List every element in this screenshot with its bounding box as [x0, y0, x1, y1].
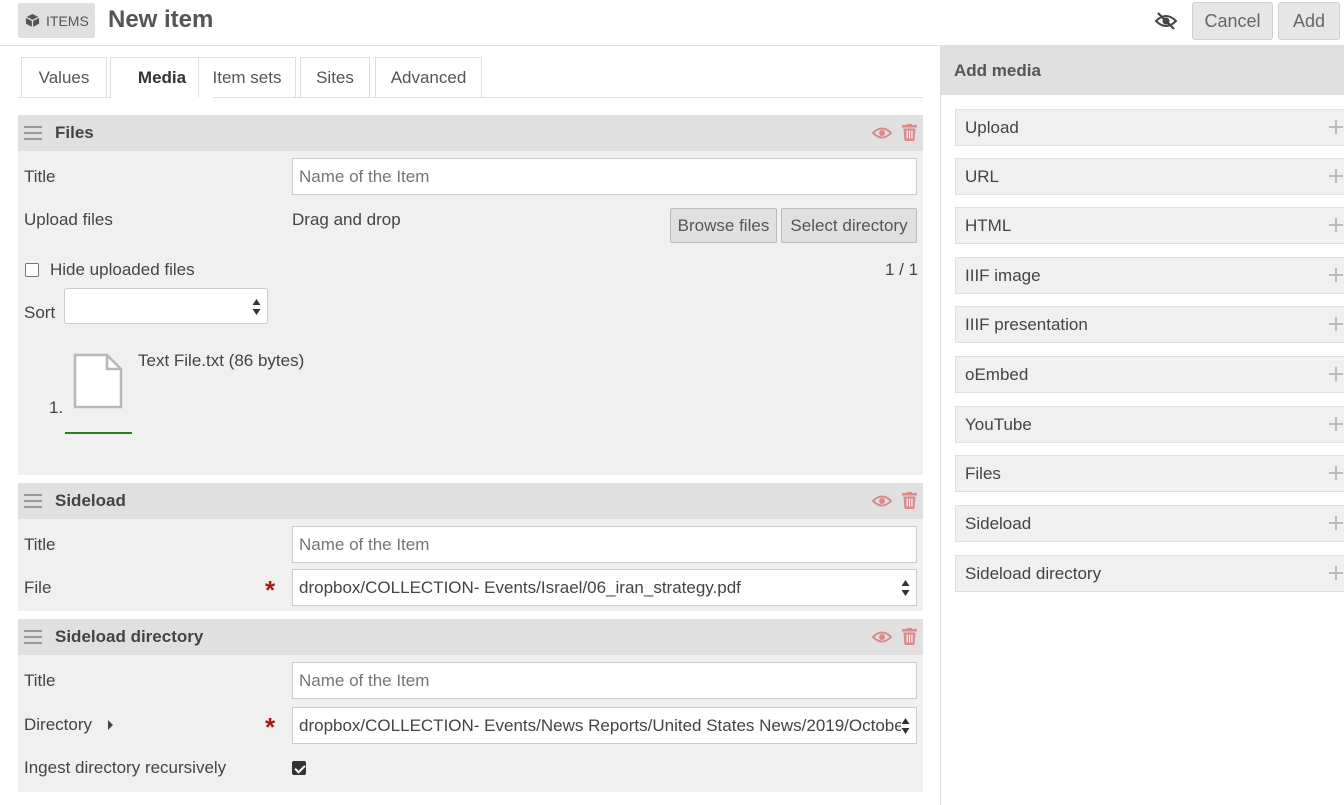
add-media-html[interactable]: HTML	[955, 207, 1344, 244]
sideload-directory-select[interactable]: dropbox/COLLECTION- Events/News Reports/…	[292, 707, 917, 744]
sideload-section: Sideload Title File * dropbox/COLLECTION…	[18, 483, 923, 611]
cube-icon	[25, 13, 40, 28]
media-type-label: URL	[965, 166, 1000, 186]
hide-uploaded-label: Hide uploaded files	[50, 260, 195, 279]
plus-icon	[1329, 169, 1343, 183]
trash-icon[interactable]	[902, 492, 917, 509]
plus-icon	[1329, 268, 1343, 282]
eye-icon[interactable]	[872, 126, 892, 140]
plus-icon	[1329, 516, 1343, 530]
sideload-directory-section: Sideload directory Title Directory * dro…	[18, 619, 923, 792]
drag-handle-icon[interactable]	[24, 126, 42, 140]
add-media-sideload-directory[interactable]: Sideload directory	[955, 555, 1344, 592]
media-type-label: HTML	[965, 215, 1012, 235]
select-arrows-icon	[901, 580, 910, 596]
add-media-oembed[interactable]: oEmbed	[955, 356, 1344, 393]
title-label: Title	[24, 535, 56, 554]
directory-label: Directory	[24, 715, 93, 734]
add-media-iiif-image[interactable]: IIIF image	[955, 257, 1344, 294]
eye-icon[interactable]	[872, 494, 892, 508]
section-title: Sideload	[55, 491, 126, 510]
tab-advanced[interactable]: Advanced	[375, 57, 482, 97]
eye-icon[interactable]	[872, 630, 892, 644]
sidebar-header: Add media	[941, 46, 1344, 95]
recursive-checkbox[interactable]	[292, 761, 306, 775]
file-index: 1.	[49, 398, 64, 417]
drag-drop-zone[interactable]: Drag and drop	[292, 210, 401, 230]
trash-icon[interactable]	[902, 628, 917, 645]
required-marker: *	[265, 712, 276, 742]
add-media-iiif-presentation[interactable]: IIIF presentation	[955, 306, 1344, 343]
page-header: ITEMS New item Cancel Add	[0, 0, 1344, 46]
cancel-button[interactable]: Cancel	[1192, 2, 1273, 40]
tab-bar: Values Media Item sets Sites Advanced	[18, 57, 923, 98]
add-media-sideload[interactable]: Sideload	[955, 505, 1344, 542]
select-directory-button[interactable]: Select directory	[781, 208, 917, 243]
section-title: Sideload directory	[55, 627, 204, 646]
hide-uploaded-checkbox[interactable]	[25, 263, 39, 277]
recursive-label: Ingest directory recursively	[24, 758, 227, 777]
plus-icon	[1329, 466, 1343, 480]
sideload-file-select[interactable]: dropbox/COLLECTION- Events/Israel/06_ira…	[292, 569, 917, 606]
items-section-badge[interactable]: ITEMS	[18, 3, 95, 38]
page-count: 1 / 1	[885, 260, 919, 279]
media-type-label: Files	[965, 463, 1001, 483]
add-media-youtube[interactable]: YouTube	[955, 406, 1344, 443]
media-type-label: Upload	[965, 117, 1019, 137]
file-icon	[73, 353, 123, 409]
tab-item-sets[interactable]: Item sets	[198, 57, 296, 97]
file-list-item[interactable]	[65, 351, 132, 435]
plus-icon	[1329, 417, 1343, 431]
file-label: File	[24, 578, 52, 597]
title-label: Title	[24, 167, 56, 186]
media-type-label: IIIF image	[965, 265, 1041, 285]
page-title: New item	[108, 6, 214, 33]
add-media-sidebar: Add media Upload URL HTML IIIF image III…	[940, 46, 1344, 805]
upload-success-bar	[65, 432, 132, 434]
media-type-label: Sideload directory	[965, 563, 1102, 583]
drag-handle-icon[interactable]	[24, 630, 42, 644]
trash-icon[interactable]	[902, 124, 917, 141]
plus-icon	[1329, 317, 1343, 331]
caret-right-icon[interactable]	[107, 720, 114, 730]
title-input[interactable]	[292, 526, 917, 563]
sort-label: Sort	[24, 303, 56, 322]
media-type-label: oEmbed	[965, 364, 1029, 384]
title-label: Title	[24, 671, 56, 690]
required-marker: *	[265, 575, 276, 605]
tab-values[interactable]: Values	[21, 57, 107, 97]
add-media-files[interactable]: Files	[955, 455, 1344, 492]
sidebar-title: Add media	[954, 61, 1041, 80]
title-input[interactable]	[292, 158, 917, 195]
plus-icon	[1329, 218, 1343, 232]
sort-select[interactable]	[64, 288, 268, 324]
add-media-upload[interactable]: Upload	[955, 109, 1344, 146]
media-type-label: IIIF presentation	[965, 314, 1088, 334]
select-value: dropbox/COLLECTION- Events/Israel/06_ira…	[299, 577, 741, 597]
select-arrows-icon	[252, 299, 261, 315]
section-header: Files	[18, 115, 923, 151]
title-input[interactable]	[292, 662, 917, 699]
plus-icon	[1329, 120, 1343, 134]
plus-icon	[1329, 367, 1343, 381]
section-header: Sideload directory	[18, 619, 923, 655]
add-button[interactable]: Add	[1278, 2, 1340, 40]
files-section: Files Title Upload files Drag and drop B…	[18, 115, 923, 475]
section-title: Files	[55, 123, 94, 142]
items-badge-label: ITEMS	[46, 12, 89, 29]
plus-icon	[1329, 566, 1343, 580]
tab-sites[interactable]: Sites	[300, 57, 370, 97]
media-type-label: Sideload	[965, 513, 1032, 533]
select-value: dropbox/COLLECTION- Events/News Reports/…	[299, 715, 910, 735]
select-arrows-icon	[901, 717, 910, 735]
file-name: Text File.txt (86 bytes)	[138, 351, 305, 370]
add-media-url[interactable]: URL	[955, 158, 1344, 195]
browse-files-button[interactable]: Browse files	[670, 208, 777, 243]
eye-slash-icon[interactable]	[1154, 11, 1178, 31]
drag-handle-icon[interactable]	[24, 494, 42, 508]
media-type-label: YouTube	[965, 414, 1032, 434]
section-header: Sideload	[18, 483, 923, 519]
upload-files-label: Upload files	[24, 210, 113, 229]
